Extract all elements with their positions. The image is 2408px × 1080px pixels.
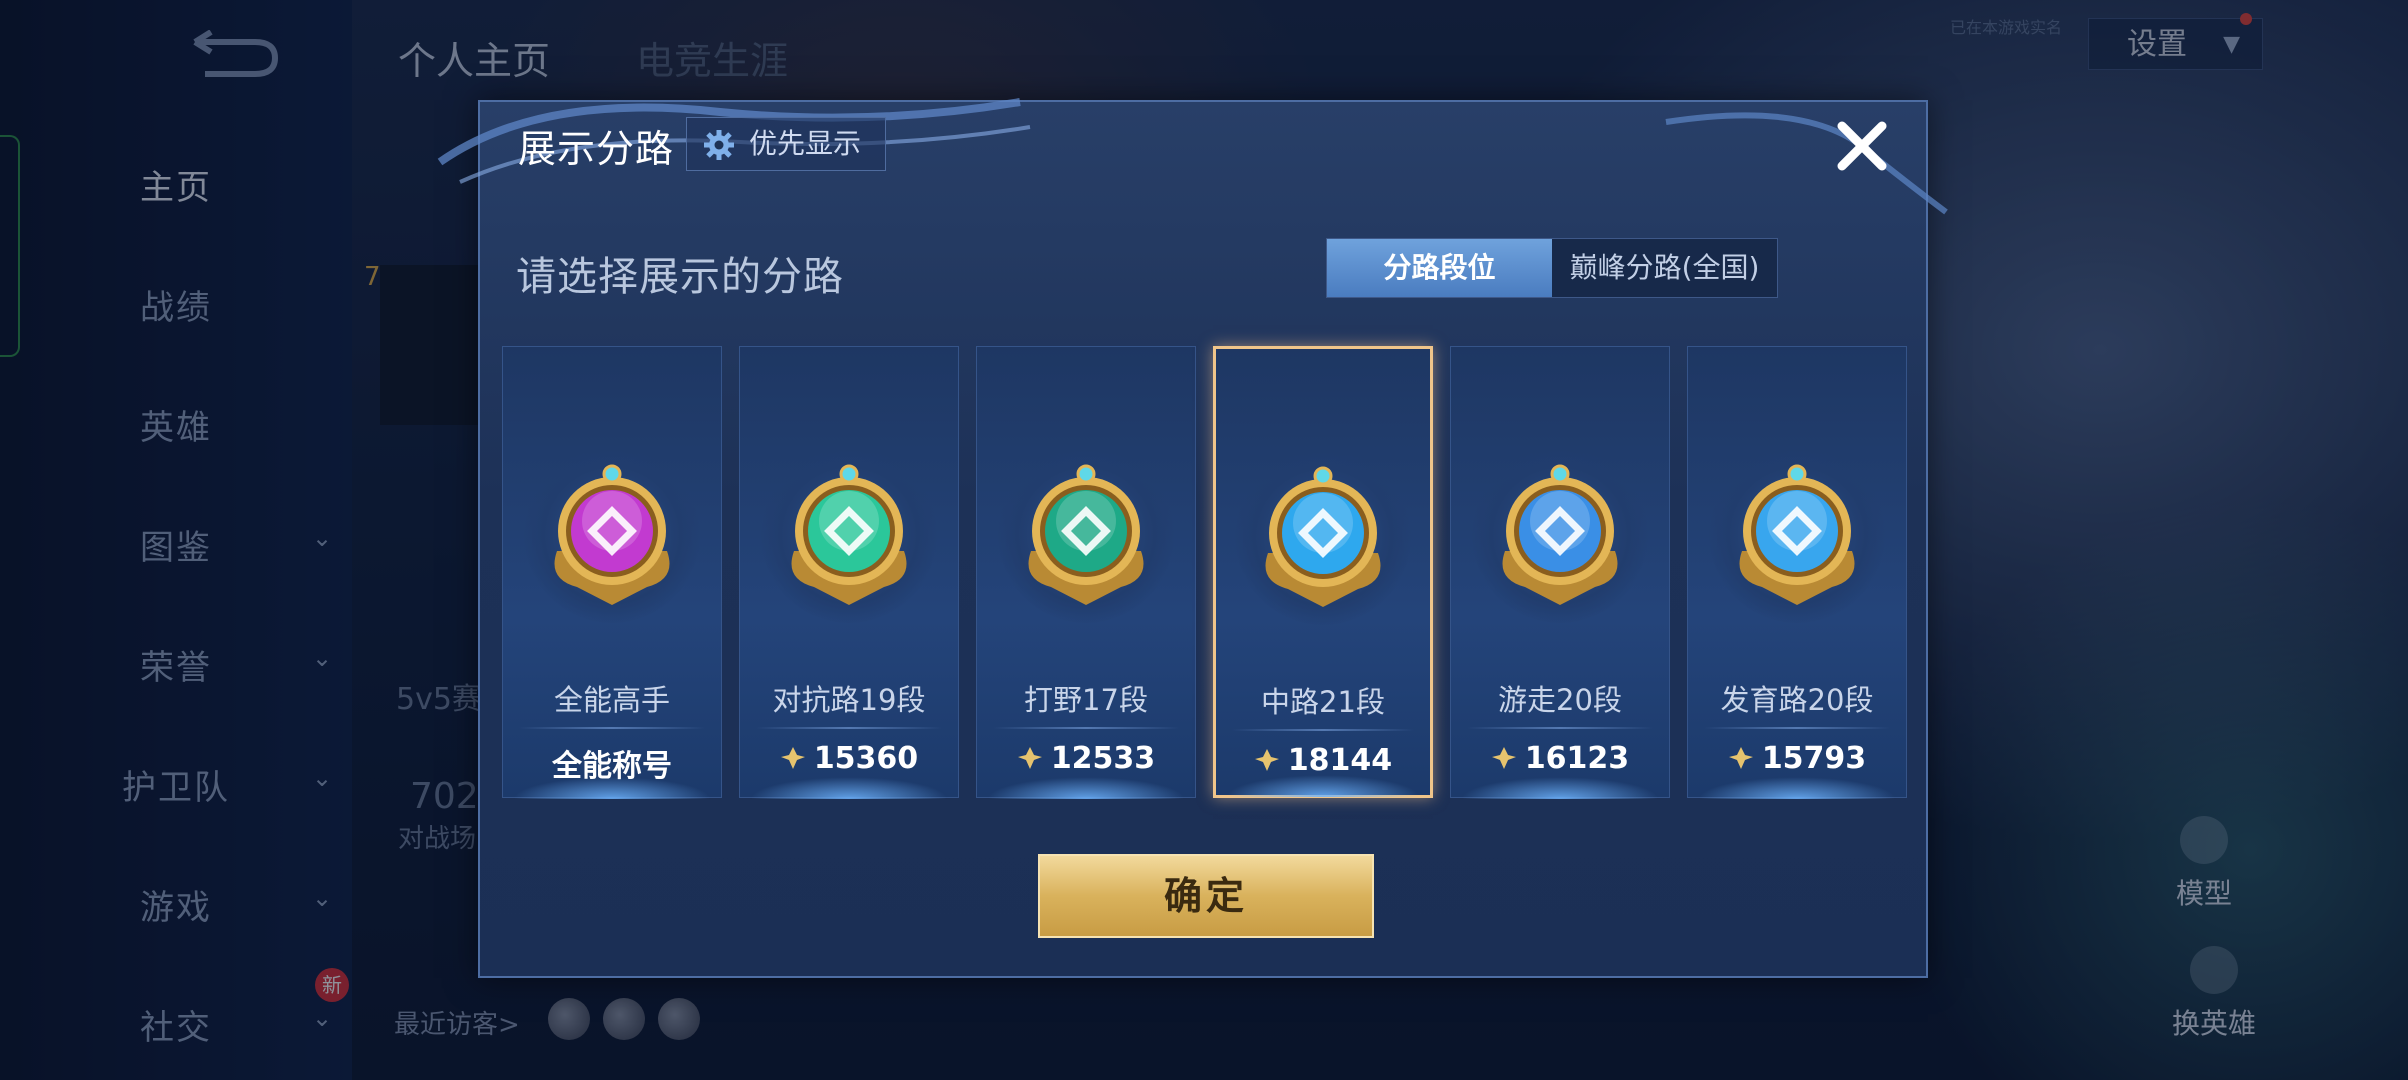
mid-lane-badge-icon — [1265, 466, 1381, 607]
card-bottom-glow — [987, 777, 1185, 799]
tab-peak-lane-national[interactable]: 巅峰分路(全国) — [1552, 239, 1777, 297]
card-divider — [519, 727, 705, 729]
lane-score-value: 18144 — [1287, 743, 1393, 778]
card-divider — [1232, 729, 1414, 731]
lane-score: 18144 — [1216, 743, 1430, 778]
lane-rank-label: 发育路20段 — [1720, 683, 1874, 717]
card-divider — [993, 727, 1179, 729]
lane-card[interactable]: 对抗路19段 15360 — [739, 346, 959, 799]
lane-score-value: 15360 — [813, 741, 919, 776]
lane-card[interactable]: 打野17段 12533 — [976, 346, 1196, 799]
decorative-swoosh — [1665, 112, 1948, 215]
dialog-subtitle: 请选择展示的分路 — [516, 254, 844, 300]
points-icon — [1728, 747, 1753, 769]
points-icon — [780, 747, 805, 769]
clash-lane-badge-icon — [791, 464, 907, 605]
jungle-badge-icon — [1028, 464, 1144, 605]
lane-card[interactable]: 全能高手 全能称号 — [502, 346, 722, 799]
lane-score: 15793 — [1688, 741, 1906, 776]
points-icon — [1017, 747, 1042, 769]
lane-card[interactable]: 发育路20段 15793 — [1687, 346, 1907, 799]
roam-badge-icon — [1502, 464, 1618, 605]
lane-score-value: 16123 — [1524, 741, 1630, 776]
card-bottom-glow — [1226, 775, 1420, 797]
points-icon — [1254, 749, 1279, 771]
card-bottom-glow — [513, 777, 711, 799]
gear-icon — [704, 130, 734, 160]
segment-control: 分路段位 巅峰分路(全国) — [1326, 238, 1778, 298]
lane-rank-label: 游走20段 — [1498, 683, 1622, 717]
priority-display-label: 优先显示 — [749, 127, 862, 160]
lane-display-dialog: 展示分路 优先显示 请选择展示的分路 分路段位 巅峰分路(全国) 全能高手 全能称… — [437, 98, 1948, 978]
lane-card[interactable]: 游走20段 16123 — [1450, 346, 1670, 799]
points-icon — [1491, 747, 1516, 769]
tab-lane-rank[interactable]: 分路段位 — [1327, 239, 1552, 297]
lane-rank-label: 对抗路19段 — [772, 683, 926, 717]
card-bottom-glow — [1698, 777, 1896, 799]
lane-rank-label: 打野17段 — [1024, 683, 1148, 717]
lane-rank-label: 中路21段 — [1261, 685, 1385, 719]
farm-lane-badge-icon — [1739, 464, 1855, 605]
card-bottom-glow — [1461, 777, 1659, 799]
confirm-button[interactable]: 确定 — [1038, 854, 1374, 938]
lane-card-list: 全能高手 全能称号对抗路19段 15360 打野17段 12533 中路21段 18144 游… — [502, 346, 1908, 799]
card-divider — [1704, 727, 1890, 729]
all-round-badge-icon — [554, 464, 670, 605]
lane-score-value: 12533 — [1050, 741, 1156, 776]
lane-score: 12533 — [977, 741, 1195, 776]
lane-score-value: 15793 — [1761, 741, 1867, 776]
lane-score: 16123 — [1451, 741, 1669, 776]
lane-rank-label: 全能高手 — [553, 683, 670, 717]
priority-display-button[interactable]: 优先显示 — [686, 117, 886, 171]
card-bottom-glow — [750, 777, 948, 799]
lane-score: 15360 — [740, 741, 958, 776]
lane-card[interactable]: 中路21段 18144 — [1213, 346, 1433, 798]
card-divider — [756, 727, 942, 729]
card-divider — [1467, 727, 1653, 729]
close-icon[interactable] — [1832, 116, 1892, 176]
dialog-title: 展示分路 — [518, 127, 675, 171]
